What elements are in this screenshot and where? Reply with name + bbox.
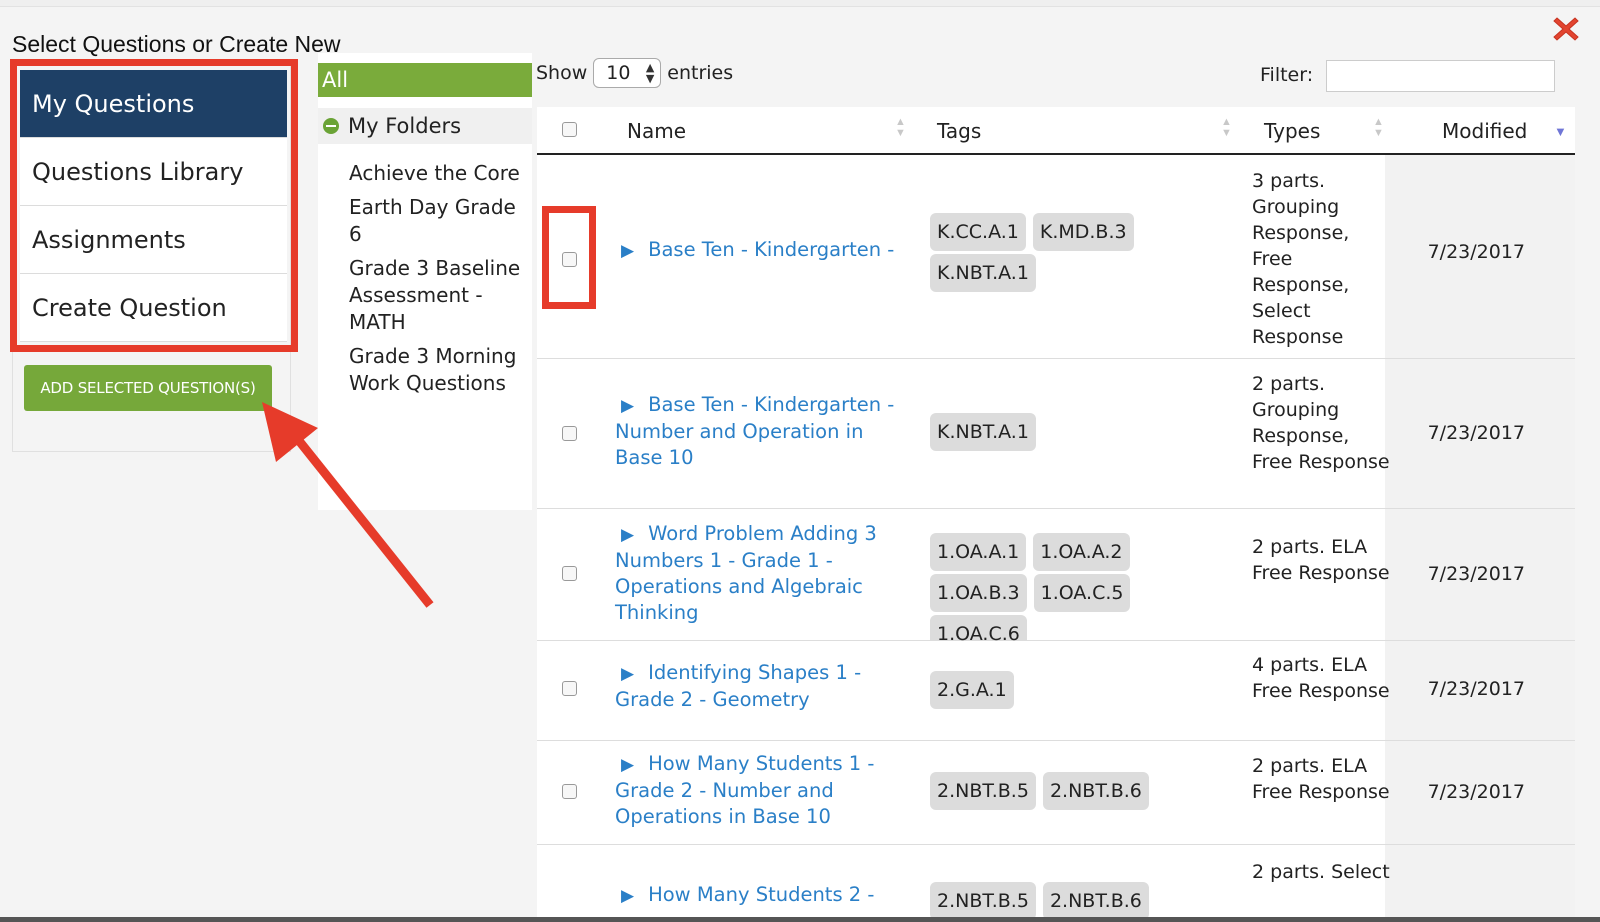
tag-list: K.NBT.A.1 (930, 413, 1230, 454)
modified-date: 7/23/2017 (1427, 781, 1525, 803)
expand-icon[interactable]: ▶ (621, 241, 634, 261)
questions-table: Name ▲ ▼ Tags ▲ ▼ Types ▲ ▼ Modified ▼ ▶ Bas… (537, 107, 1575, 922)
row-checkbox[interactable] (562, 252, 577, 267)
sort-icon[interactable]: ▲ ▼ (1373, 117, 1384, 139)
question-link[interactable]: Base Ten - Kindergarten - (648, 238, 894, 261)
my-folders-label: My Folders (348, 114, 462, 138)
modified-cell (1385, 845, 1575, 922)
table-row: ▶ How Many Students 2 - 2.NBT.B.5 2.NBT.B… (537, 845, 1575, 922)
modified-date: 7/23/2017 (1427, 563, 1525, 585)
sort-icon[interactable]: ▲ ▼ (895, 117, 906, 139)
tag-list: 2.G.A.1 (930, 671, 1230, 712)
question-types: 2 parts. Grouping Response, Free Respons… (1252, 373, 1390, 473)
sort-desc-icon[interactable]: ▼ (1554, 124, 1567, 139)
column-header-tags[interactable]: Tags (937, 119, 981, 143)
column-header-name[interactable]: Name (627, 119, 686, 143)
tag-list: 2.NBT.B.5 2.NBT.B.6 (930, 882, 1230, 922)
close-icon[interactable] (1551, 14, 1581, 44)
question-name: ▶ Base Ten - Kindergarten - (615, 237, 905, 264)
tag: K.CC.A.1 (930, 213, 1026, 251)
question-name: ▶ Base Ten - Kindergarten - Number and Op… (615, 392, 915, 471)
dialog-title: Select Questions or Create New (12, 31, 341, 57)
folder-all[interactable]: All (318, 63, 532, 97)
question-name: ▶ Word Problem Adding 3 Numbers 1 - Grade… (615, 521, 885, 626)
table-row: ▶ Identifying Shapes 1 - Grade 2 - Geomet… (537, 641, 1575, 741)
folder-item[interactable]: Achieve the Core (349, 160, 529, 187)
collapse-icon[interactable] (323, 118, 339, 134)
tag: 2.NBT.B.5 (930, 882, 1036, 920)
question-types: 2 parts. Select (1252, 861, 1390, 883)
expand-icon[interactable]: ▶ (621, 396, 634, 416)
row-checkbox[interactable] (562, 566, 577, 581)
tag: 1.OA.B.3 (930, 574, 1027, 612)
row-checkbox[interactable] (562, 784, 577, 799)
tag-list: K.CC.A.1 K.MD.B.3 K.NBT.A.1 (930, 213, 1230, 295)
row-checkbox[interactable] (562, 426, 577, 441)
entries-value: 10 (606, 62, 631, 84)
tag: 2.NBT.B.5 (930, 772, 1036, 810)
entries-select[interactable]: 10 ▲ ▼ (593, 58, 662, 88)
tag: K.NBT.A.1 (930, 254, 1036, 292)
table-row: ▶ Word Problem Adding 3 Numbers 1 - Grade… (537, 509, 1575, 653)
table-row: ▶ Base Ten - Kindergarten - K.CC.A.1 K.MD… (537, 155, 1575, 359)
nav-item-create-question[interactable]: Create Question (20, 274, 287, 342)
tag: 1.OA.A.1 (930, 533, 1027, 571)
question-types: 3 parts. Grouping Response, Free Respons… (1252, 170, 1350, 348)
expand-icon[interactable]: ▶ (621, 755, 634, 775)
tag: K.MD.B.3 (1032, 213, 1134, 251)
expand-icon[interactable]: ▶ (621, 664, 634, 684)
entries-label: entries (667, 62, 734, 84)
column-header-types[interactable]: Types (1264, 119, 1320, 143)
question-name: ▶ How Many Students 1 - Grade 2 - Number … (615, 751, 885, 830)
nav-item-my-questions[interactable]: My Questions (20, 70, 287, 138)
select-all-checkbox[interactable] (562, 122, 577, 137)
question-name: ▶ How Many Students 2 - (615, 882, 905, 909)
modified-date: 7/23/2017 (1427, 422, 1525, 444)
row-checkbox[interactable] (562, 681, 577, 696)
table-row: ▶ How Many Students 1 - Grade 2 - Number … (537, 741, 1575, 845)
tag: 2.NBT.B.6 (1042, 772, 1149, 810)
table-row: ▶ Base Ten - Kindergarten - Number and Op… (537, 359, 1575, 509)
tag: 1.OA.C.5 (1033, 574, 1131, 612)
top-border (0, 0, 1600, 7)
filter-input[interactable] (1326, 60, 1555, 92)
folder-item[interactable]: Grade 3 Baseline Assessment - MATH (349, 255, 529, 336)
folder-list: Achieve the Core Earth Day Grade 6 Grade… (349, 160, 529, 404)
question-link[interactable]: Word Problem Adding 3 Numbers 1 - Grade … (615, 522, 877, 624)
tag: 2.NBT.B.6 (1042, 882, 1149, 920)
question-types: 2 parts. ELA Free Response (1252, 755, 1390, 803)
nav-list: My Questions Questions Library Assignmen… (20, 70, 287, 342)
expand-icon[interactable]: ▶ (621, 886, 634, 906)
tag-list: 2.NBT.B.5 2.NBT.B.6 (930, 772, 1230, 813)
sort-icon[interactable]: ▲ ▼ (1221, 117, 1232, 139)
folder-item[interactable]: Earth Day Grade 6 (349, 194, 529, 248)
bottom-edge (0, 917, 1600, 922)
modified-date: 7/23/2017 (1427, 678, 1525, 700)
my-folders-header[interactable]: My Folders (318, 108, 532, 144)
question-link[interactable]: How Many Students 1 - Grade 2 - Number a… (615, 752, 874, 828)
tag: 2.G.A.1 (930, 671, 1014, 709)
modified-date: 7/23/2017 (1427, 241, 1525, 263)
filter-label: Filter: (1260, 64, 1314, 86)
question-types: 2 parts. ELA Free Response (1252, 536, 1390, 584)
tag: K.NBT.A.1 (930, 413, 1036, 451)
nav-item-assignments[interactable]: Assignments (20, 206, 287, 274)
expand-icon[interactable]: ▶ (621, 525, 634, 545)
question-link[interactable]: Base Ten - Kindergarten - Number and Ope… (615, 393, 894, 469)
question-name: ▶ Identifying Shapes 1 - Grade 2 - Geomet… (615, 660, 875, 713)
add-selected-questions-button[interactable]: ADD SELECTED QUESTION(S) (24, 365, 272, 411)
select-arrows-icon: ▲ ▼ (645, 61, 655, 85)
tag: 1.OA.A.2 (1033, 533, 1130, 571)
tag-list: 1.OA.A.1 1.OA.A.2 1.OA.B.3 1.OA.C.5 1.OA… (930, 533, 1230, 656)
nav-item-questions-library[interactable]: Questions Library (20, 138, 287, 206)
show-label: Show (536, 62, 588, 84)
question-types: 4 parts. ELA Free Response (1252, 654, 1390, 702)
question-link[interactable]: Identifying Shapes 1 - Grade 2 - Geometr… (615, 661, 861, 711)
folder-item[interactable]: Grade 3 Morning Work Questions (349, 343, 529, 397)
column-header-modified[interactable]: Modified (1442, 119, 1527, 143)
show-entries: Show 10 ▲ ▼ entries (536, 58, 733, 88)
table-header: Name ▲ ▼ Tags ▲ ▼ Types ▲ ▼ Modified ▼ (537, 107, 1575, 155)
question-link[interactable]: How Many Students 2 - (648, 883, 874, 906)
